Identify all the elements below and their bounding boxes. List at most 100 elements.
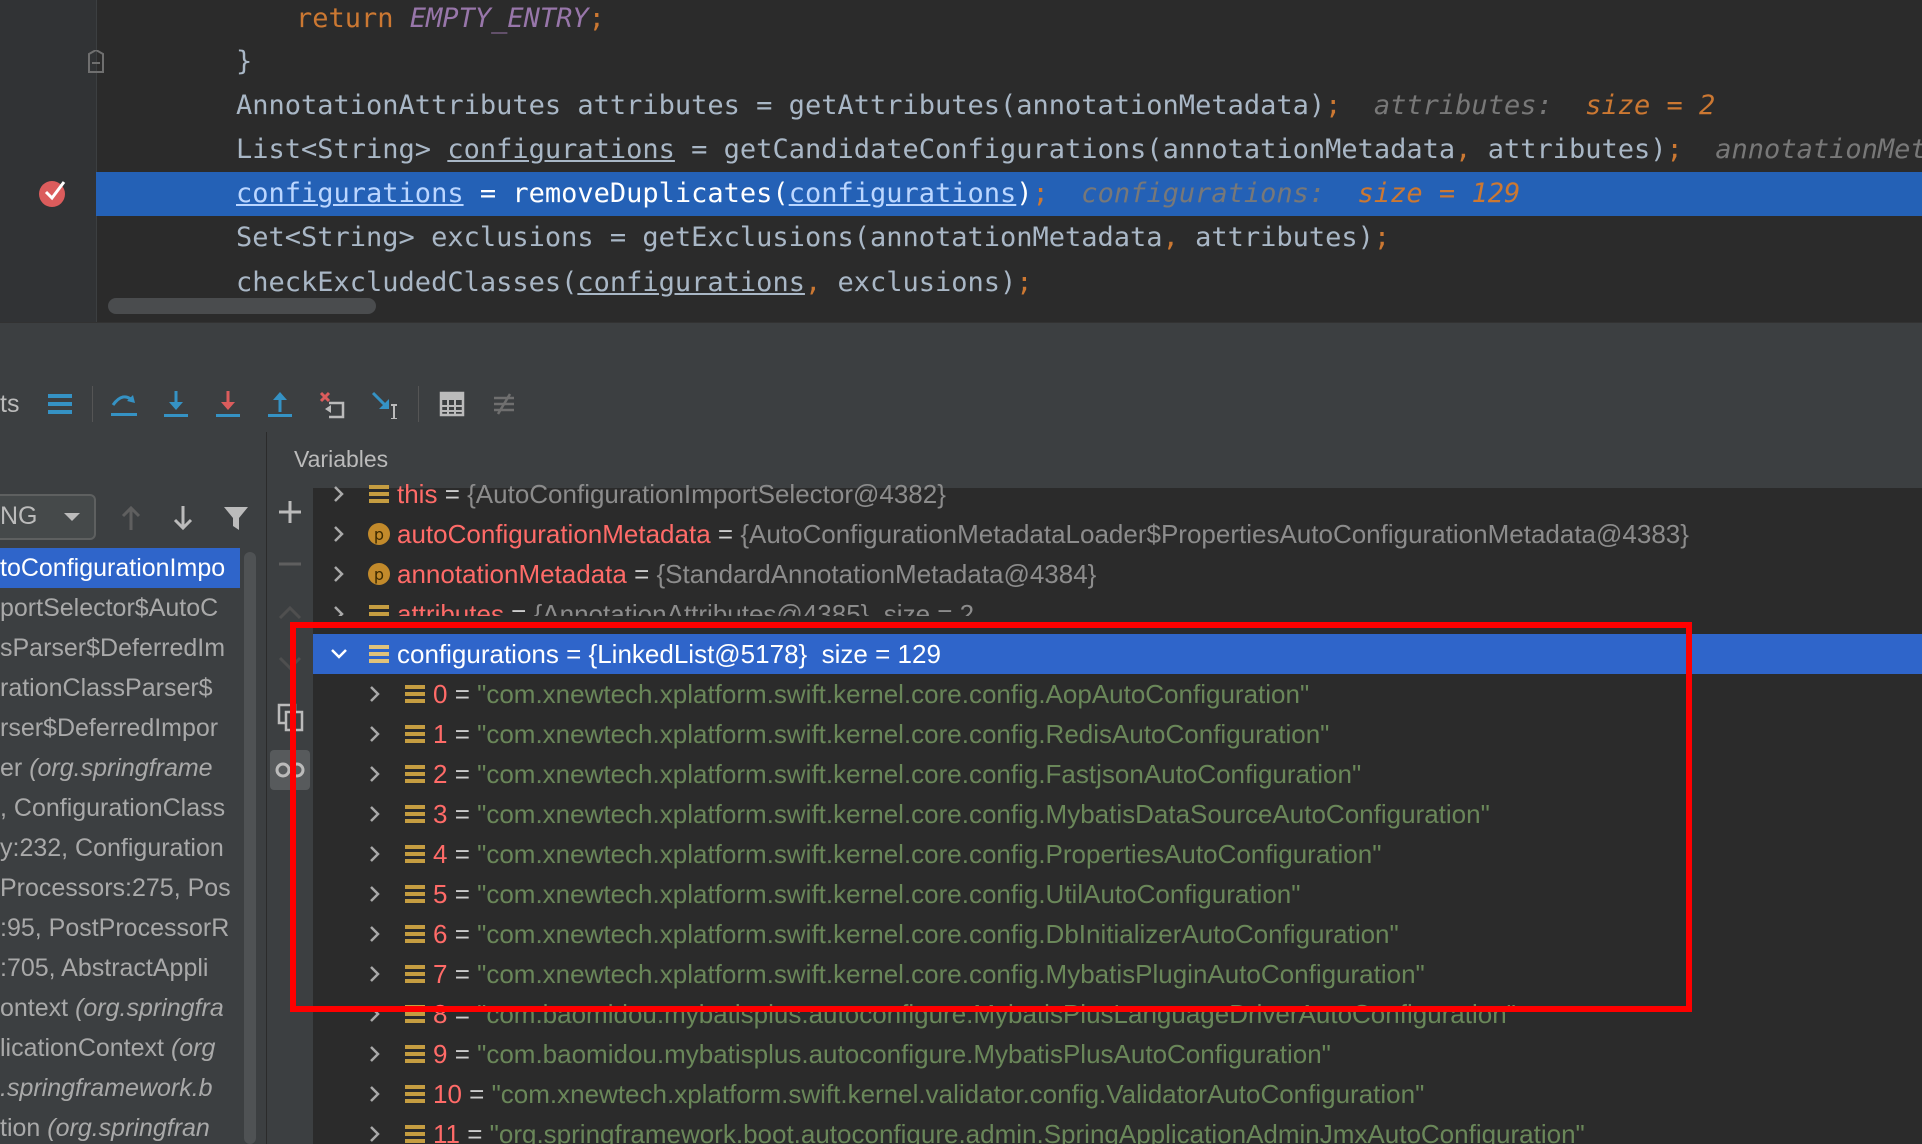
variable-row[interactable]: p autoConfigurationMetadata = {AutoConfig… xyxy=(313,514,1922,554)
code-token: ; xyxy=(1016,267,1033,298)
force-step-into-button[interactable] xyxy=(212,388,244,420)
step-into-icon xyxy=(164,391,188,417)
variable-row[interactable]: attributes = {AnnotationAttributes@4385}… xyxy=(313,594,1922,616)
frame-label: rationClassParser$ xyxy=(0,674,213,702)
code-token: AnnotationAttributes attributes = getAtt… xyxy=(236,90,1326,121)
run-to-cursor-button[interactable] xyxy=(368,388,400,420)
chevron-right-icon[interactable] xyxy=(329,564,349,584)
frame-label: y:232, Configuration xyxy=(0,834,224,862)
field-icon xyxy=(369,485,389,503)
step-out-button[interactable] xyxy=(264,388,296,420)
thread-selector[interactable]: NG xyxy=(0,494,96,540)
breakpoint-icon[interactable] xyxy=(36,176,68,208)
frame-label: toConfigurationImpo xyxy=(0,554,226,582)
variable-row[interactable]: p annotationMetadata = {StandardAnnotatio… xyxy=(313,554,1922,594)
variable-row[interactable]: this = {AutoConfigurationImportSelector@… xyxy=(313,474,1922,514)
toolbar-separator xyxy=(92,386,93,422)
chevron-right-icon[interactable] xyxy=(365,1084,385,1104)
parameter-icon: p xyxy=(368,523,390,545)
editor-gutter[interactable] xyxy=(0,0,104,322)
code-line[interactable]: } xyxy=(96,40,1922,84)
code-token: , xyxy=(804,267,822,298)
code-token: configurations xyxy=(447,134,675,165)
frame-row[interactable]: Processors:275, Pos xyxy=(0,868,240,908)
frame-row[interactable]: ontext (org.springfra xyxy=(0,988,240,1028)
equals-sign: = xyxy=(437,479,468,509)
code-token: ; xyxy=(1666,134,1683,165)
frame-label: sParser$DeferredIm xyxy=(0,634,226,662)
evaluate-expression-button[interactable] xyxy=(436,388,468,420)
variable-name: this xyxy=(397,479,438,509)
frame-package: (org xyxy=(170,1034,216,1062)
frame-package: (org.springfran xyxy=(47,1114,210,1142)
frames-scrollbar[interactable] xyxy=(244,552,256,1144)
code-token: ) xyxy=(1016,178,1033,209)
frame-row[interactable]: er (org.springframe xyxy=(0,748,240,788)
code-token: attributes: xyxy=(1341,90,1586,121)
chevron-right-icon[interactable] xyxy=(365,1124,385,1144)
arrow-up-icon[interactable] xyxy=(276,602,304,622)
code-token: = removeDuplicates( xyxy=(463,178,789,209)
chevron-right-icon[interactable] xyxy=(329,524,349,544)
code-line[interactable]: Set<String> exclusions = getExclusions(a… xyxy=(96,216,1922,260)
frame-package: (org.springframe xyxy=(29,754,213,782)
code-text: AnnotationAttributes attributes = getAtt… xyxy=(236,84,1715,128)
code-token: attributes) xyxy=(1471,134,1667,165)
arrow-down-icon[interactable] xyxy=(170,504,196,532)
force-step-into-icon xyxy=(216,391,240,417)
field-icon xyxy=(405,1045,425,1063)
frame-row[interactable]: rationClassParser$ xyxy=(0,668,240,708)
frame-row[interactable]: licationContext (org xyxy=(0,1028,240,1068)
chevron-right-icon[interactable] xyxy=(329,604,349,616)
step-into-button[interactable] xyxy=(160,388,192,420)
code-token: checkExcludedClasses( xyxy=(236,267,578,298)
svg-text:p: p xyxy=(374,565,384,584)
collection-item-row[interactable]: 9 = "com.baomidou.mybatisplus.autoconfig… xyxy=(313,1034,1922,1074)
frame-label: ontext xyxy=(0,994,76,1022)
collection-item-row[interactable]: 11 = "org.springframework.boot.autoconfi… xyxy=(313,1114,1922,1144)
variable-text: 10 = "com.xnewtech.xplatform.swift.kerne… xyxy=(433,1074,1424,1114)
frame-row[interactable]: tion (org.springfran xyxy=(0,1108,240,1144)
arrow-up-icon[interactable] xyxy=(118,504,144,532)
chevron-right-icon[interactable] xyxy=(365,1044,385,1064)
frame-row[interactable]: y:232, Configuration xyxy=(0,828,240,868)
drop-frame-button[interactable] xyxy=(316,388,348,420)
frame-label: tion xyxy=(0,1114,48,1142)
trace-stream-button[interactable] xyxy=(488,388,520,420)
filter-icon[interactable] xyxy=(222,504,250,532)
code-token: exclusions) xyxy=(821,267,1017,298)
minus-icon[interactable] xyxy=(276,550,304,578)
show-execution-point-button[interactable] xyxy=(44,388,76,420)
frame-row[interactable]: .springframework.b xyxy=(0,1068,240,1108)
step-over-button[interactable] xyxy=(108,388,140,420)
code-text: List<String> configurations = getCandida… xyxy=(236,128,1922,172)
code-text: configurations = removeDuplicates(config… xyxy=(236,172,1520,216)
equals-sign: = xyxy=(626,559,657,589)
code-line[interactable]: AnnotationAttributes attributes = getAtt… xyxy=(96,84,1922,128)
frame-row[interactable]: portSelector$AutoC xyxy=(0,588,240,628)
drop-frame-icon xyxy=(319,391,345,419)
field-icon xyxy=(405,1125,425,1143)
frame-row[interactable]: toConfigurationImpo xyxy=(0,548,240,588)
code-line[interactable]: return EMPTY_ENTRY; xyxy=(96,0,1922,41)
code-line[interactable]: List<String> configurations = getCandida… xyxy=(96,128,1922,172)
frame-row[interactable]: , ConfigurationClass xyxy=(0,788,240,828)
frame-row[interactable]: :95, PostProcessorR xyxy=(0,908,240,948)
collection-item-row[interactable]: 10 = "com.xnewtech.xplatform.swift.kerne… xyxy=(313,1074,1922,1114)
code-line[interactable]: configurations = removeDuplicates(config… xyxy=(96,172,1922,216)
code-editor[interactable]: return EMPTY_ENTRY;} AnnotationAttributes… xyxy=(0,0,1922,322)
frame-row[interactable]: rser$DeferredImpor xyxy=(0,708,240,748)
frame-row[interactable]: sParser$DeferredIm xyxy=(0,628,240,668)
frame-row[interactable]: :705, AbstractAppli xyxy=(0,948,240,988)
horizontal-scrollbar[interactable] xyxy=(108,298,376,314)
chevron-right-icon[interactable] xyxy=(329,484,349,504)
frame-label: portSelector$AutoC xyxy=(0,594,219,622)
code-token: size = 2 xyxy=(1585,90,1716,121)
step-over-icon xyxy=(111,395,137,416)
plus-icon[interactable] xyxy=(276,498,304,526)
toolbar-tab-label[interactable]: ts xyxy=(0,390,19,419)
code-token: ; xyxy=(588,3,605,34)
frame-label: Processors:275, Pos xyxy=(0,874,231,902)
variable-text: 11 = "org.springframework.boot.autoconfi… xyxy=(433,1114,1585,1144)
frame-label: , ConfigurationClass xyxy=(0,794,226,822)
